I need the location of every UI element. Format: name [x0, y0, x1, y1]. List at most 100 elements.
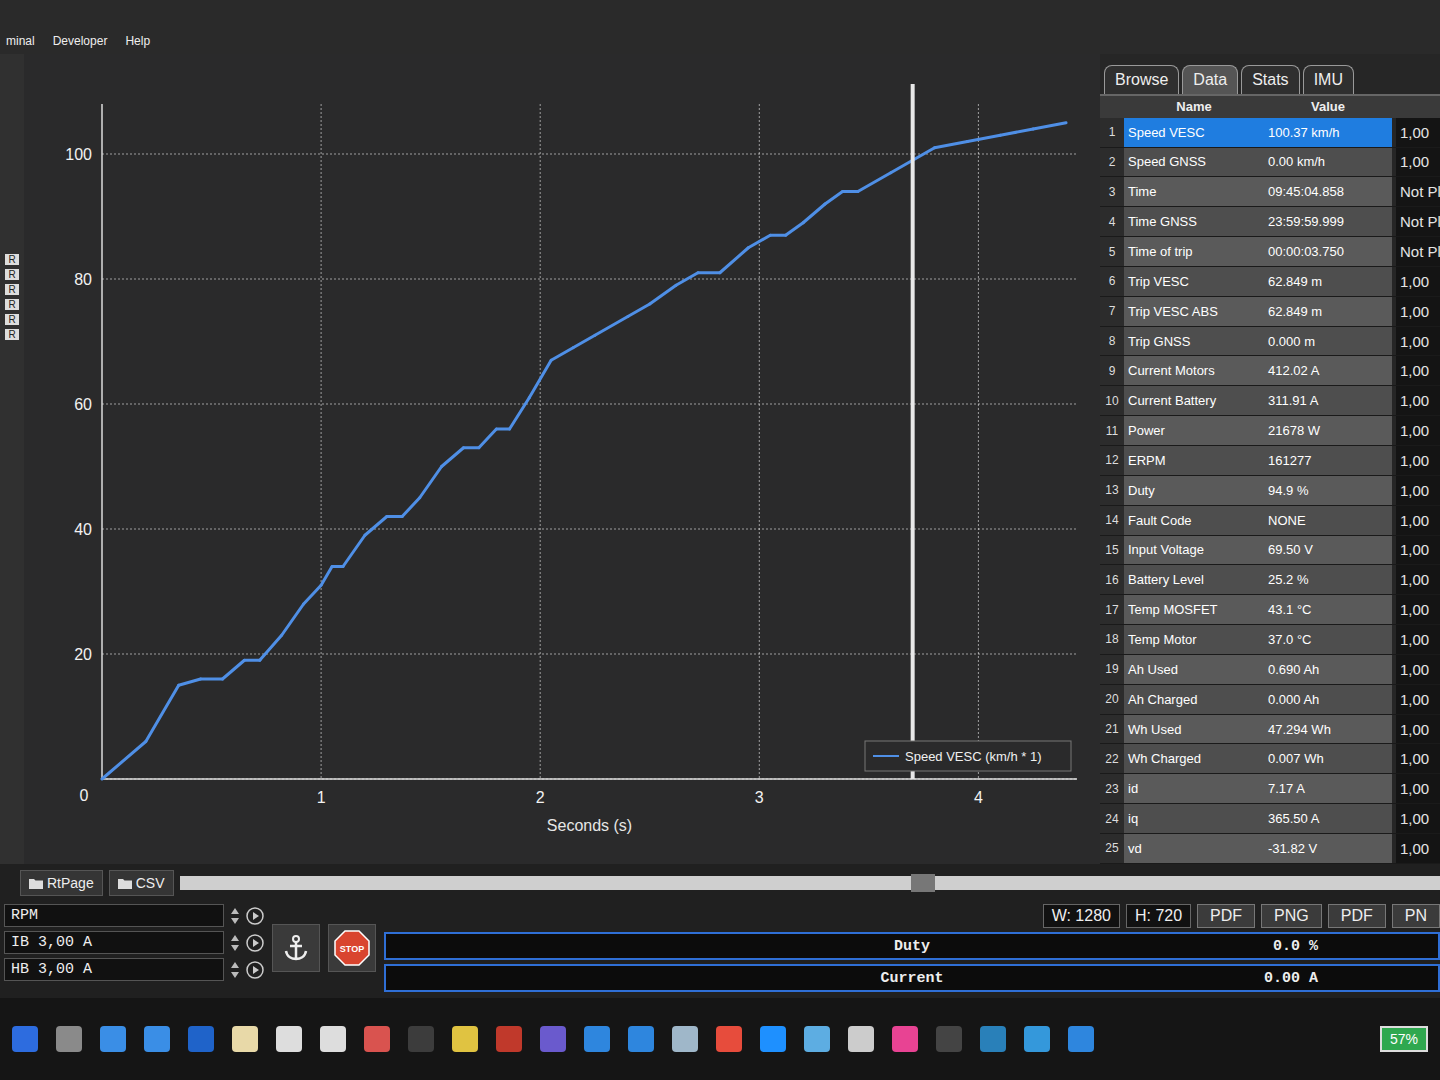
app-icon[interactable] [892, 1026, 918, 1052]
app-icon[interactable] [716, 1026, 742, 1052]
table-row[interactable]: 12ERPM1612771,00 [1100, 446, 1440, 476]
table-row[interactable]: 25vd-31.82 V1,00 [1100, 834, 1440, 864]
table-row[interactable]: 8Trip GNSS0.000 m1,00 [1100, 327, 1440, 357]
row-scale[interactable]: 1,00 [1396, 267, 1440, 296]
table-row[interactable]: 20Ah Charged0.000 Ah1,00 [1100, 685, 1440, 715]
app-icon[interactable] [1024, 1026, 1050, 1052]
app-icon[interactable] [276, 1026, 302, 1052]
row-scale[interactable]: 1,00 [1396, 386, 1440, 415]
table-row[interactable]: 11Power21678 W1,00 [1100, 416, 1440, 446]
app-icon[interactable] [452, 1026, 478, 1052]
row-scale[interactable]: 1,00 [1396, 804, 1440, 833]
table-row[interactable]: 4Time GNSS23:59:59.999Not Pl [1100, 207, 1440, 237]
table-row[interactable]: 3Time09:45:04.858Not Pl [1100, 177, 1440, 207]
spin-field[interactable]: RPM [4, 904, 224, 927]
table-row[interactable]: 7Trip VESC ABS62.849 m1,00 [1100, 297, 1440, 327]
app-icon[interactable] [848, 1026, 874, 1052]
row-scale[interactable]: 1,00 [1396, 506, 1440, 535]
scroll-track[interactable] [180, 876, 1440, 890]
table-row[interactable]: 22Wh Charged0.007 Wh1,00 [1100, 744, 1440, 774]
row-scale[interactable]: 1,00 [1396, 476, 1440, 505]
app-icon[interactable] [672, 1026, 698, 1052]
play-icon[interactable] [246, 907, 264, 925]
toolbar-button[interactable]: R [5, 329, 19, 340]
tab[interactable]: Browse [1104, 65, 1179, 94]
row-scale[interactable]: Not Pl [1396, 177, 1440, 206]
table-row[interactable]: 19Ah Used0.690 Ah1,00 [1100, 655, 1440, 685]
app-icon[interactable] [980, 1026, 1006, 1052]
spin-field[interactable]: HB 3,00 A [4, 958, 224, 981]
row-scale[interactable]: 1,00 [1396, 446, 1440, 475]
spin-arrows-icon[interactable] [230, 960, 240, 980]
page-button[interactable]: CSV [109, 870, 174, 896]
row-scale[interactable]: 1,00 [1396, 655, 1440, 684]
column-header[interactable]: Value [1264, 99, 1392, 114]
app-icon[interactable] [144, 1026, 170, 1052]
play-icon[interactable] [246, 934, 264, 952]
spin-arrows-icon[interactable] [230, 906, 240, 926]
app-icon[interactable] [232, 1026, 258, 1052]
toolbar-button[interactable]: R [5, 299, 19, 310]
menu-item[interactable]: Developer [53, 34, 108, 48]
app-icon[interactable] [540, 1026, 566, 1052]
play-icon[interactable] [246, 961, 264, 979]
app-icon[interactable] [188, 1026, 214, 1052]
tab[interactable]: Stats [1241, 65, 1299, 94]
height-field[interactable]: H: 720 [1126, 904, 1191, 928]
table-row[interactable]: 16Battery Level25.2 %1,00 [1100, 565, 1440, 595]
app-icon[interactable] [760, 1026, 786, 1052]
table-row[interactable]: 1Speed VESC100.37 km/h1,00 [1100, 118, 1440, 148]
table-row[interactable]: 9Current Motors412.02 A1,00 [1100, 356, 1440, 386]
row-scale[interactable]: 1,00 [1396, 715, 1440, 744]
app-icon[interactable] [56, 1026, 82, 1052]
spin-field[interactable]: IB 3,00 A [4, 931, 224, 954]
table-row[interactable]: 13Duty94.9 %1,00 [1100, 476, 1440, 506]
app-icon[interactable] [408, 1026, 434, 1052]
row-scale[interactable]: 1,00 [1396, 565, 1440, 594]
row-scale[interactable]: 1,00 [1396, 625, 1440, 654]
table-row[interactable]: 10Current Battery311.91 A1,00 [1100, 386, 1440, 416]
app-icon[interactable] [584, 1026, 610, 1052]
app-icon[interactable] [804, 1026, 830, 1052]
row-scale[interactable]: 1,00 [1396, 356, 1440, 385]
width-field[interactable]: W: 1280 [1043, 904, 1120, 928]
scroll-handle[interactable] [911, 874, 935, 892]
export-button[interactable]: PNG [1261, 904, 1322, 928]
row-scale[interactable]: Not Pl [1396, 207, 1440, 236]
row-scale[interactable]: 1,00 [1396, 118, 1440, 147]
menu-item[interactable]: minal [6, 34, 35, 48]
app-icon[interactable] [100, 1026, 126, 1052]
battery-indicator[interactable]: 57% [1380, 1026, 1428, 1052]
app-icon[interactable] [320, 1026, 346, 1052]
app-icon[interactable] [936, 1026, 962, 1052]
app-icon[interactable] [628, 1026, 654, 1052]
stop-button[interactable]: STOP [328, 924, 376, 972]
table-row[interactable]: 24iq365.50 A1,00 [1100, 804, 1440, 834]
toolbar-button[interactable]: R [5, 284, 19, 295]
table-row[interactable]: 5Time of trip00:00:03.750Not Pl [1100, 237, 1440, 267]
table-row[interactable]: 18Temp Motor37.0 °C1,00 [1100, 625, 1440, 655]
row-scale[interactable]: 1,00 [1396, 774, 1440, 803]
export-button[interactable]: PN [1392, 904, 1440, 928]
table-row[interactable]: 14Fault CodeNONE1,00 [1100, 506, 1440, 536]
row-scale[interactable]: 1,00 [1396, 744, 1440, 773]
anchor-button[interactable] [272, 924, 320, 972]
table-row[interactable]: 17Temp MOSFET43.1 °C1,00 [1100, 595, 1440, 625]
app-icon[interactable] [364, 1026, 390, 1052]
row-scale[interactable]: 1,00 [1396, 595, 1440, 624]
row-scale[interactable]: 1,00 [1396, 416, 1440, 445]
app-icon[interactable] [12, 1026, 38, 1052]
column-header[interactable]: Name [1124, 99, 1264, 114]
spin-arrows-icon[interactable] [230, 933, 240, 953]
toolbar-button[interactable]: R [5, 314, 19, 325]
cursor-line[interactable] [911, 84, 915, 779]
row-scale[interactable]: 1,00 [1396, 685, 1440, 714]
speed-chart[interactable]: 2040608010001234Seconds (s)Speed VESC (k… [32, 74, 1092, 844]
toolbar-button[interactable]: R [5, 269, 19, 280]
page-button[interactable]: RtPage [20, 870, 103, 896]
table-row[interactable]: 6Trip VESC62.849 m1,00 [1100, 267, 1440, 297]
app-icon[interactable] [496, 1026, 522, 1052]
toolbar-button[interactable]: R [5, 254, 19, 265]
tab[interactable]: Data [1182, 65, 1238, 94]
table-row[interactable]: 2Speed GNSS0.00 km/h1,00 [1100, 148, 1440, 178]
